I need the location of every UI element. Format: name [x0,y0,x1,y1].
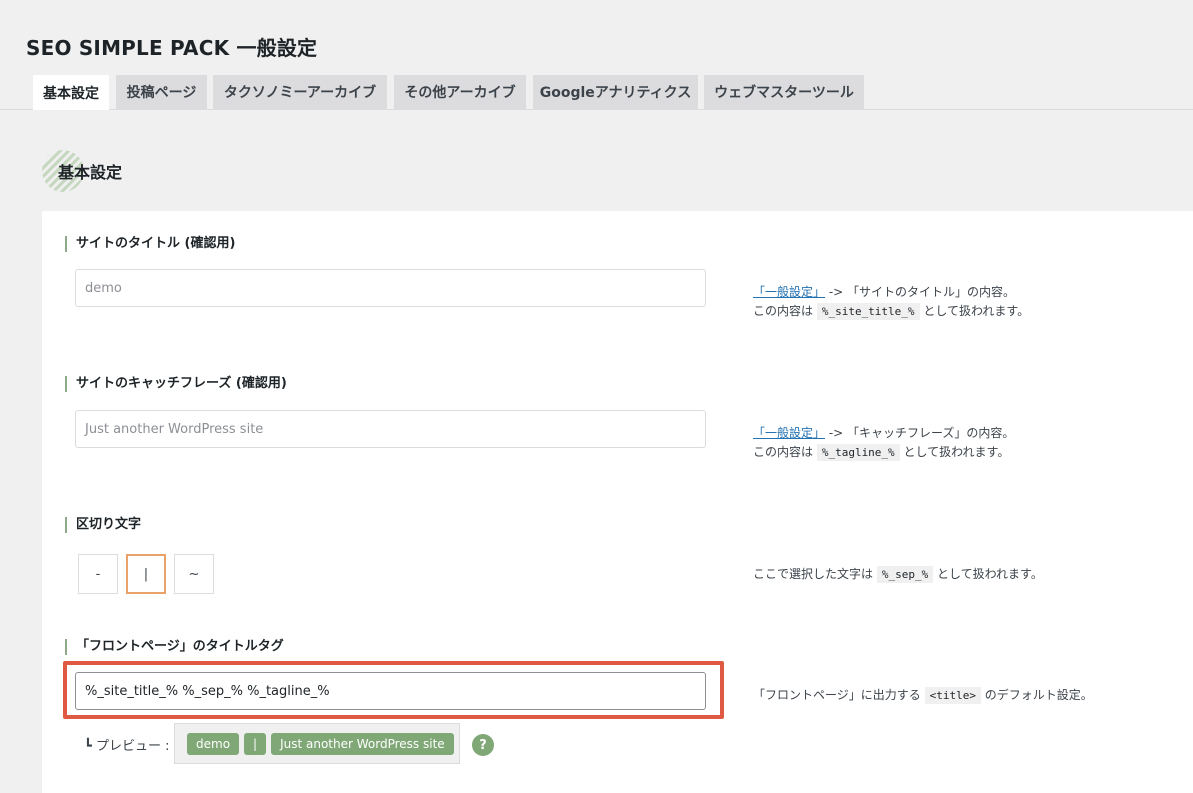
desc-text: この内容は [753,304,817,318]
preview-chip-tagline: Just another WordPress site [271,732,454,755]
tab-webmaster-tools[interactable]: ウェブマスターツール [704,75,864,109]
separator-description: ここで選択した文字は %_sep_% として扱われます。 [753,565,1043,584]
site-title-code: %_site_title_% [816,303,920,320]
desc-text: -> 「サイトのタイトル」の内容。 [825,285,1016,299]
desc-text: のデフォルト設定。 [980,688,1093,702]
tab-other-archive[interactable]: その他アーカイブ [394,75,526,109]
page-title: SEO SIMPLE PACK 一般設定 [26,36,318,60]
tagline-label: サイトのキャッチフレーズ (確認用) [65,376,287,392]
help-icon[interactable]: ? [472,734,494,756]
preview-chip-site-title: demo [187,732,240,755]
tagline-description: 「一般設定」 -> 「キャッチフレーズ」の内容。 この内容は %_tagline… [753,424,1014,462]
site-title-label: サイトのタイトル (確認用) [65,236,235,252]
section-header: 基本設定 [42,150,122,192]
tab-bar: 基本設定 投稿ページ タクソノミーアーカイブ その他アーカイブ Googleアナ… [0,75,1193,110]
title-preview: demo | Just another WordPress site [174,723,460,764]
front-title-description: 「フロントページ」に出力する <title> のデフォルト設定。 [753,686,1093,705]
separator-option-tilde[interactable]: ~ [174,554,214,594]
preview-chip-separator: | [244,732,267,755]
tab-google-analytics[interactable]: Googleアナリティクス [533,75,698,109]
desc-text: として扱われます。 [919,304,1030,318]
site-title-input[interactable]: demo [75,269,706,307]
section-title: 基本設定 [58,163,123,182]
desc-text: -> 「キャッチフレーズ」の内容。 [825,426,1015,440]
title-tag-code: <title> [924,687,981,704]
tab-post-page[interactable]: 投稿ページ [116,75,207,109]
preview-label: ┗ プレビュー : [84,739,170,754]
separator-label: 区切り文字 [65,517,141,533]
tab-basic-settings[interactable]: 基本設定 [33,75,109,110]
desc-text: として扱われます。 [933,567,1043,581]
desc-text: 「フロントページ」に出力する [753,688,925,702]
general-settings-link[interactable]: 「一般設定」 [753,285,825,299]
separator-option-pipe[interactable]: | [126,554,166,594]
desc-text: として扱われます。 [899,445,1010,459]
tagline-code: %_tagline_% [816,444,900,461]
desc-text: ここで選択した文字は [753,567,877,581]
front-title-input[interactable]: %_site_title_% %_sep_% %_tagline_% [75,672,706,710]
sep-code: %_sep_% [876,566,934,583]
tab-taxonomy-archive[interactable]: タクソノミーアーカイブ [213,75,387,109]
general-settings-link[interactable]: 「一般設定」 [753,426,825,440]
desc-text: この内容は [753,445,817,459]
site-title-description: 「一般設定」 -> 「サイトのタイトル」の内容。 この内容は %_site_ti… [753,283,1029,321]
tagline-input[interactable]: Just another WordPress site [75,410,706,448]
separator-option-dash[interactable]: - [78,554,118,594]
front-title-label: 「フロントページ」のタイトルタグ [65,639,284,655]
